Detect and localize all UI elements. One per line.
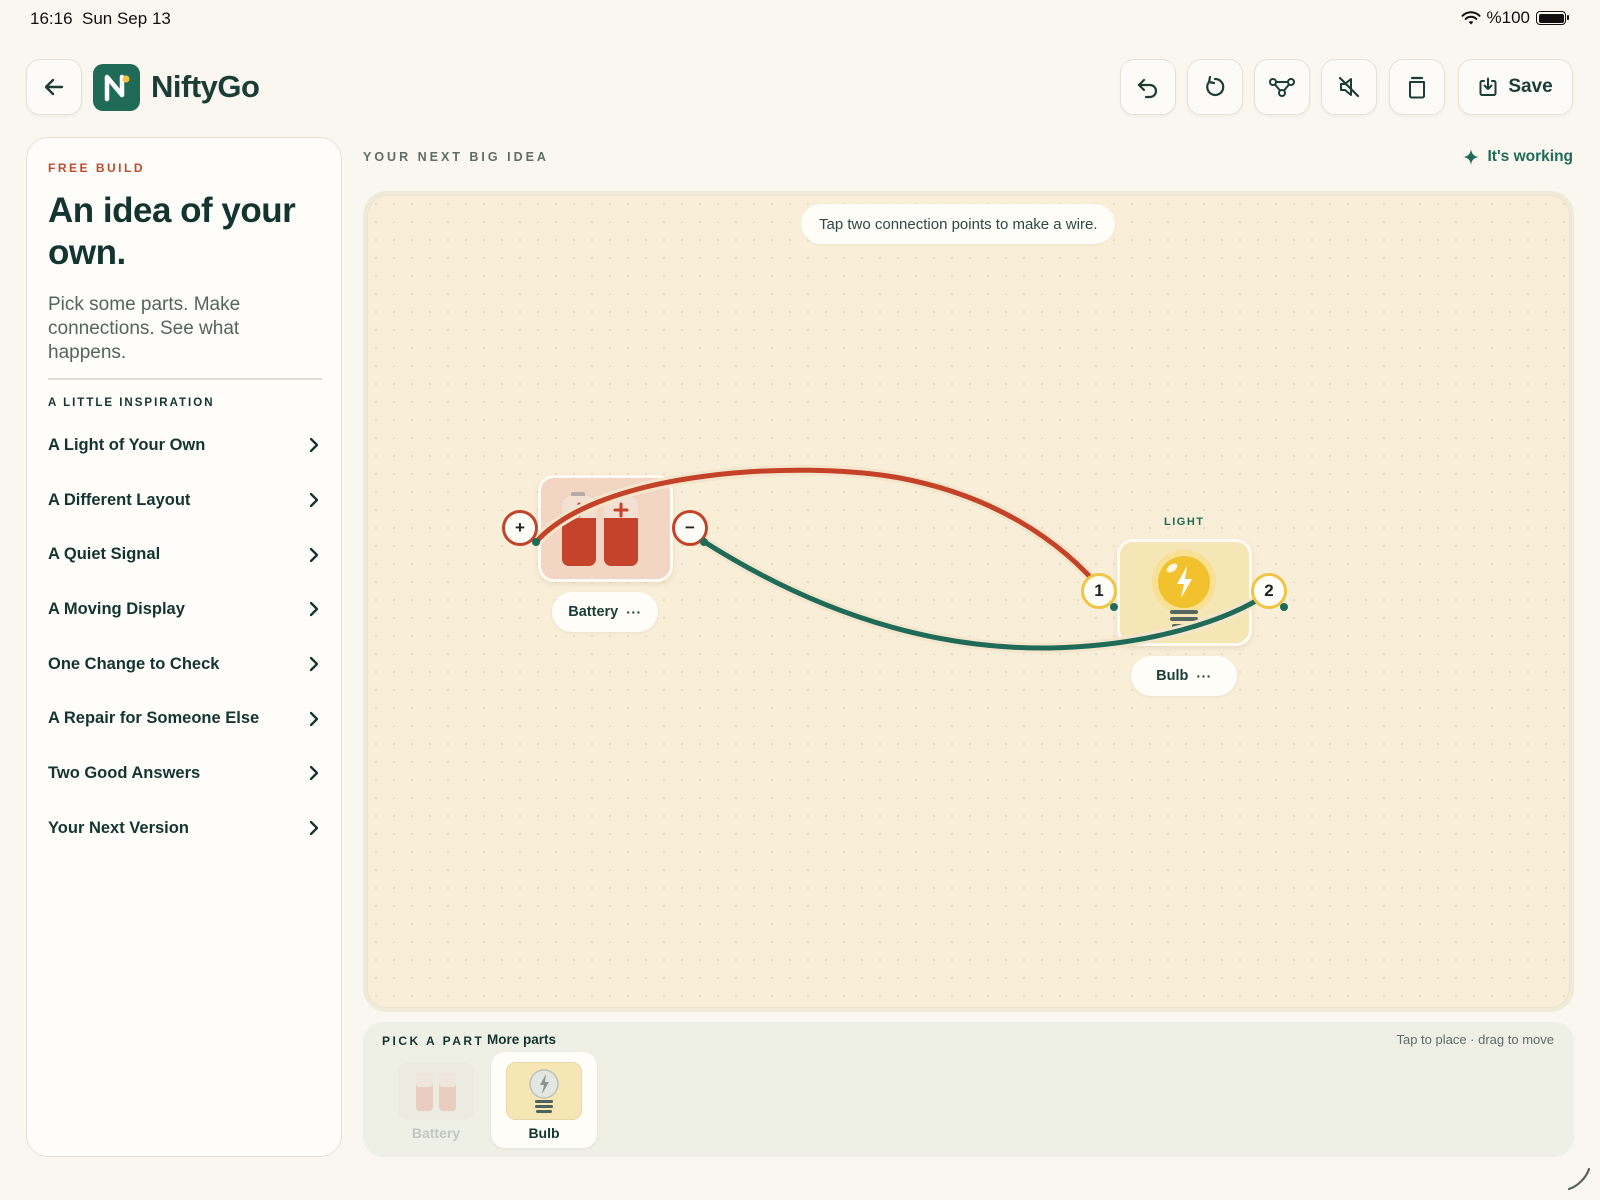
canvas-section-label: YOUR NEXT BIG IDEA: [363, 150, 549, 164]
inspiration-item-label: Your Next Version: [48, 818, 189, 837]
save-label: Save: [1508, 76, 1553, 97]
connections-button[interactable]: [1254, 59, 1310, 115]
wifi-icon: [1461, 10, 1481, 24]
chevron-right-icon: [306, 765, 322, 781]
more-parts-link[interactable]: More parts: [487, 1032, 556, 1047]
sidebar-subtitle: Pick some parts. Make connections. See w…: [48, 294, 241, 363]
mute-icon: [1338, 76, 1360, 98]
status-bar: 16:16 Sun Sep 13 %100: [0, 0, 1600, 38]
battery-icon: [398, 1062, 474, 1120]
lightbulb-icon: [1152, 550, 1216, 628]
sidebar: FREE BUILD An idea of your own. Pick som…: [26, 137, 342, 1157]
terminal-pin: [700, 538, 708, 546]
battery-percent: %100: [1486, 8, 1530, 27]
tray-part-label: Battery: [411, 1125, 461, 1141]
app-logo: [93, 64, 140, 111]
battery-label-text: Battery: [568, 604, 619, 620]
chevron-right-icon: [306, 601, 322, 617]
inspiration-item[interactable]: One Change to Check: [48, 637, 322, 692]
inspiration-item[interactable]: A Quiet Signal: [48, 527, 322, 582]
inspiration-title: A LITTLE INSPIRATION: [48, 397, 215, 409]
sparkle-icon: [1462, 149, 1479, 165]
inspiration-item-label: A Repair for Someone Else: [48, 709, 260, 728]
hint-bubble: Tap two connection points to make a wire…: [801, 204, 1116, 244]
reset-button[interactable]: [1187, 59, 1243, 115]
status-time: 16:16: [30, 9, 73, 28]
battery-icon: [562, 492, 638, 566]
sidebar-divider: [48, 378, 322, 380]
tray-part-label: Bulb: [528, 1125, 560, 1141]
chevron-right-icon: [306, 711, 322, 727]
delete-icon: [1409, 76, 1425, 99]
parts-tray: PICK A PART More parts Tap to place · dr…: [363, 1022, 1574, 1157]
inspiration-item-label: A Different Layout: [48, 490, 191, 509]
chevron-right-icon: [306, 820, 322, 836]
circuit-board[interactable]: [363, 191, 1574, 1012]
inspiration-item[interactable]: Two Good Answers: [48, 746, 322, 801]
sidebar-kicker: FREE BUILD: [48, 161, 145, 175]
sidebar-headline: An idea of your own.: [48, 191, 296, 272]
mute-button[interactable]: [1321, 59, 1377, 115]
battery-part[interactable]: [538, 475, 673, 582]
status-right: %100: [1461, 8, 1569, 28]
back-button[interactable]: [26, 59, 82, 115]
delete-button[interactable]: [1389, 59, 1445, 115]
inspiration-item-label: A Quiet Signal: [48, 545, 161, 564]
light-tag: LIGHT: [1164, 516, 1205, 528]
chevron-right-icon: [306, 547, 322, 563]
logo-mark-icon: [104, 74, 129, 101]
undo-icon: [1137, 78, 1158, 99]
working-status: It's working: [1462, 148, 1574, 166]
save-icon: [1479, 77, 1497, 96]
tray-part-bulb[interactable]: Bulb: [491, 1052, 597, 1148]
inspiration-item[interactable]: Your Next Version: [48, 801, 322, 856]
inspiration-item-label: A Light of Your Own: [48, 435, 206, 454]
chevron-right-icon: [306, 437, 322, 453]
more-options-icon: ···: [1196, 668, 1212, 684]
inspiration-item[interactable]: A Moving Display: [48, 582, 322, 637]
inspiration-item[interactable]: A Light of Your Own: [48, 418, 322, 473]
chevron-right-icon: [306, 492, 322, 508]
inspiration-item[interactable]: A Repair for Someone Else: [48, 691, 322, 746]
chevron-right-icon: [306, 656, 322, 672]
reset-icon: [1206, 75, 1225, 97]
more-options-icon: ···: [626, 604, 642, 620]
app-name: NiftyGo: [151, 69, 260, 104]
lightbulb-icon: [506, 1062, 582, 1120]
inspiration-list: A Light of Your Own A Different Layout A…: [48, 418, 322, 856]
resize-handle-icon[interactable]: [1566, 1166, 1592, 1192]
bulb-part[interactable]: [1117, 539, 1252, 646]
terminal-pin: [1280, 603, 1288, 611]
undo-button[interactable]: [1120, 59, 1176, 115]
inspiration-item-label: A Moving Display: [48, 599, 185, 618]
tray-title: PICK A PART: [382, 1034, 485, 1048]
arrow-left-icon: [44, 78, 64, 96]
bulb-label[interactable]: Bulb ···: [1131, 656, 1237, 696]
terminal-pin: [1110, 603, 1118, 611]
connections-icon: [1269, 78, 1295, 97]
terminal-pin: [532, 538, 540, 546]
tray-hint: Tap to place · drag to move: [1396, 1032, 1554, 1047]
inspiration-item-label: One Change to Check: [48, 654, 220, 673]
status-date: Sun Sep 13: [82, 9, 171, 28]
inspiration-item[interactable]: A Different Layout: [48, 473, 322, 528]
battery-status-icon: [1536, 11, 1569, 25]
battery-label[interactable]: Battery ···: [552, 592, 658, 632]
bulb-label-text: Bulb: [1156, 668, 1189, 684]
working-status-label: It's working: [1487, 148, 1574, 165]
save-button[interactable]: Save: [1458, 59, 1573, 115]
inspiration-item-label: Two Good Answers: [48, 763, 201, 782]
tray-part-battery[interactable]: Battery: [383, 1052, 489, 1148]
